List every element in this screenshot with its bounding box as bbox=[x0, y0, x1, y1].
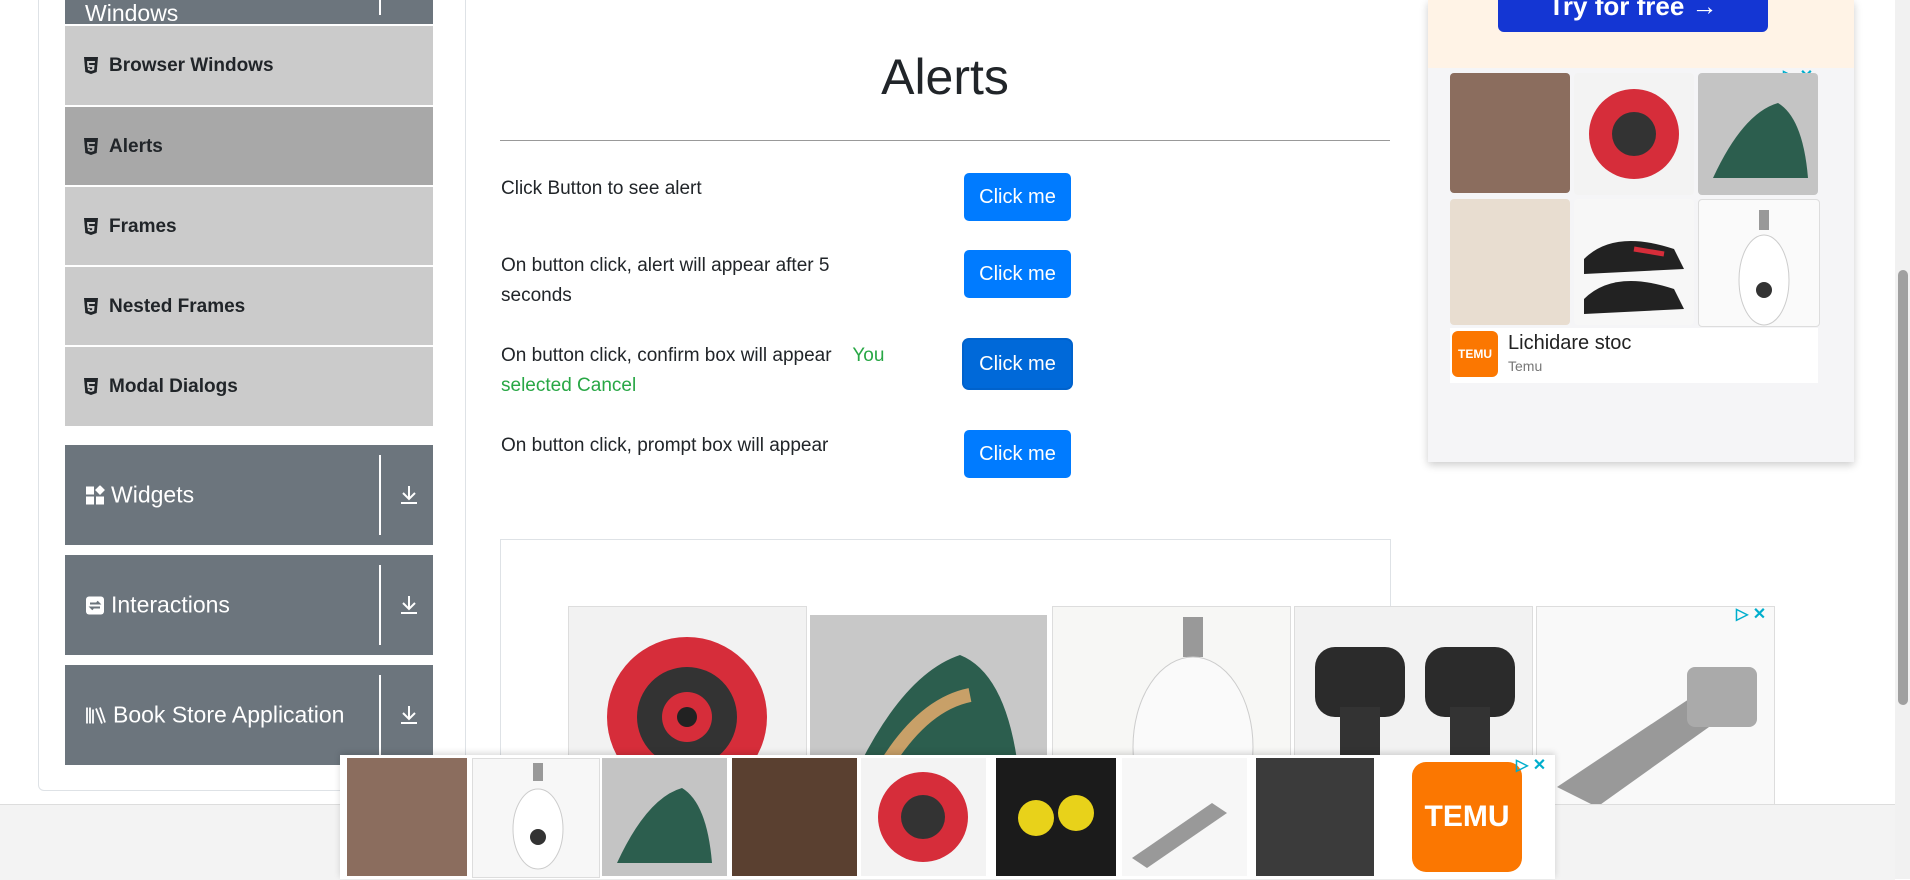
separator bbox=[379, 0, 381, 15]
confirm-button[interactable]: Click me bbox=[964, 340, 1071, 388]
ad-image-spinner[interactable] bbox=[1574, 73, 1694, 195]
bulb-thumb bbox=[512, 763, 564, 870]
coupler-image bbox=[1557, 667, 1757, 807]
sidebar-item-label: Alerts bbox=[109, 135, 163, 157]
sidebar-item-label: Modal Dialogs bbox=[109, 375, 238, 397]
shoes-thumb bbox=[1584, 241, 1684, 314]
ad-image-bulb-camera[interactable] bbox=[472, 758, 600, 878]
ad-brand-subtitle: Temu bbox=[1508, 358, 1543, 374]
bulb-thumb bbox=[1738, 210, 1790, 326]
sidebar-item-nested-frames[interactable]: Nested Frames bbox=[65, 265, 433, 346]
group-label: Windows bbox=[85, 0, 179, 26]
bottom-sticky-ad: TEMU ▷ ✕ bbox=[340, 755, 1555, 879]
ad-image-phone-case[interactable] bbox=[1256, 758, 1374, 876]
download-arrow-icon bbox=[401, 596, 417, 614]
side-ad: Try for free → ▷ ✕ TEMU Lichidare stoc T… bbox=[1428, 0, 1854, 462]
spinner-thumb bbox=[1589, 89, 1679, 179]
download-arrow-icon bbox=[401, 486, 417, 504]
group-label: Book Store Application bbox=[113, 701, 345, 728]
divider bbox=[500, 140, 1390, 141]
timer-alert-row-label: On button click, alert will appear after… bbox=[501, 255, 830, 306]
sneaker-thumb bbox=[1713, 103, 1808, 178]
ad-image-sunglasses-woman[interactable] bbox=[1450, 73, 1570, 193]
group-alerts-frames-windows[interactable]: Windows bbox=[65, 0, 433, 26]
download-arrow-icon bbox=[401, 706, 417, 724]
group-interactions[interactable]: Interactions bbox=[65, 555, 433, 655]
ad-image-shoes[interactable] bbox=[1574, 199, 1694, 325]
sidebar-item-label: Browser Windows bbox=[109, 54, 274, 76]
html5-icon bbox=[84, 137, 98, 155]
sidebar-item-label: Frames bbox=[109, 215, 177, 237]
ad-image-car-mattress[interactable] bbox=[1450, 199, 1570, 325]
ad-image-sunglasses-woman[interactable] bbox=[347, 758, 467, 876]
prompt-button[interactable]: Click me bbox=[964, 430, 1071, 478]
ad-image-coupler[interactable] bbox=[1536, 606, 1775, 808]
separator bbox=[379, 455, 381, 535]
html5-icon bbox=[84, 377, 98, 395]
page-title: Alerts bbox=[881, 49, 1009, 105]
html5-icon bbox=[84, 56, 98, 74]
sidebar-item-frames[interactable]: Frames bbox=[65, 185, 433, 266]
alert-row-label: Click Button to see alert bbox=[501, 178, 702, 199]
prompt-row-label: On button click, prompt box will appear bbox=[501, 435, 829, 456]
ad-image-puppy[interactable] bbox=[732, 758, 857, 876]
adchoices-icon[interactable]: ▷ ✕ bbox=[1516, 755, 1546, 775]
separator bbox=[379, 675, 381, 755]
html5-icon bbox=[84, 217, 98, 235]
ad-image-bulb-camera-thumb[interactable] bbox=[1698, 199, 1820, 327]
group-book-store-application[interactable]: Book Store Application bbox=[65, 665, 433, 765]
ad-image-spinner[interactable] bbox=[861, 758, 986, 876]
spinner-thumb bbox=[878, 772, 968, 862]
temu-logo-small: TEMU bbox=[1452, 331, 1498, 377]
books-icon bbox=[86, 706, 106, 724]
ad-brand-row[interactable]: TEMU Lichidare stoc Temu bbox=[1450, 328, 1818, 383]
sidebar-item-alerts[interactable]: Alerts bbox=[65, 105, 433, 186]
ad-image-sneakers[interactable] bbox=[602, 758, 727, 876]
try-free-label: Try for free bbox=[1548, 0, 1685, 21]
ad-image-coupler[interactable] bbox=[1122, 758, 1247, 876]
sidebar-item-browser-windows[interactable]: Browser Windows bbox=[65, 24, 433, 105]
interactions-icon bbox=[86, 596, 104, 614]
ad-image-earphone-covers[interactable] bbox=[996, 758, 1116, 876]
ad-image-sneakers-thumb[interactable] bbox=[1698, 73, 1818, 195]
earphone-thumb bbox=[1018, 795, 1094, 836]
widgets-icon bbox=[86, 485, 105, 504]
adchoices-icon[interactable]: ▷ ✕ bbox=[1736, 604, 1766, 624]
separator bbox=[379, 565, 381, 645]
alert-button[interactable]: Click me bbox=[964, 173, 1071, 221]
timer-alert-button[interactable]: Click me bbox=[964, 250, 1071, 298]
temu-logo[interactable]: TEMU bbox=[1412, 762, 1522, 872]
scrollbar-thumb[interactable] bbox=[1898, 270, 1908, 705]
confirm-row-label: On button click, confirm box will appear… bbox=[501, 341, 941, 401]
sneaker-thumb bbox=[617, 788, 712, 863]
group-widgets[interactable]: Widgets bbox=[65, 445, 433, 545]
confirm-row-text: On button click, confirm box will appear bbox=[501, 345, 832, 366]
group-label: Interactions bbox=[111, 591, 230, 618]
group-label: Widgets bbox=[111, 481, 195, 508]
ad-brand-title: Lichidare stoc bbox=[1508, 332, 1632, 354]
html5-icon bbox=[84, 297, 98, 315]
sidebar-item-modal-dialogs[interactable]: Modal Dialogs bbox=[65, 345, 433, 426]
sidebar-item-label: Nested Frames bbox=[109, 295, 246, 317]
try-free-button[interactable]: Try for free → bbox=[1498, 0, 1768, 32]
coupler-thumb bbox=[1132, 803, 1227, 868]
